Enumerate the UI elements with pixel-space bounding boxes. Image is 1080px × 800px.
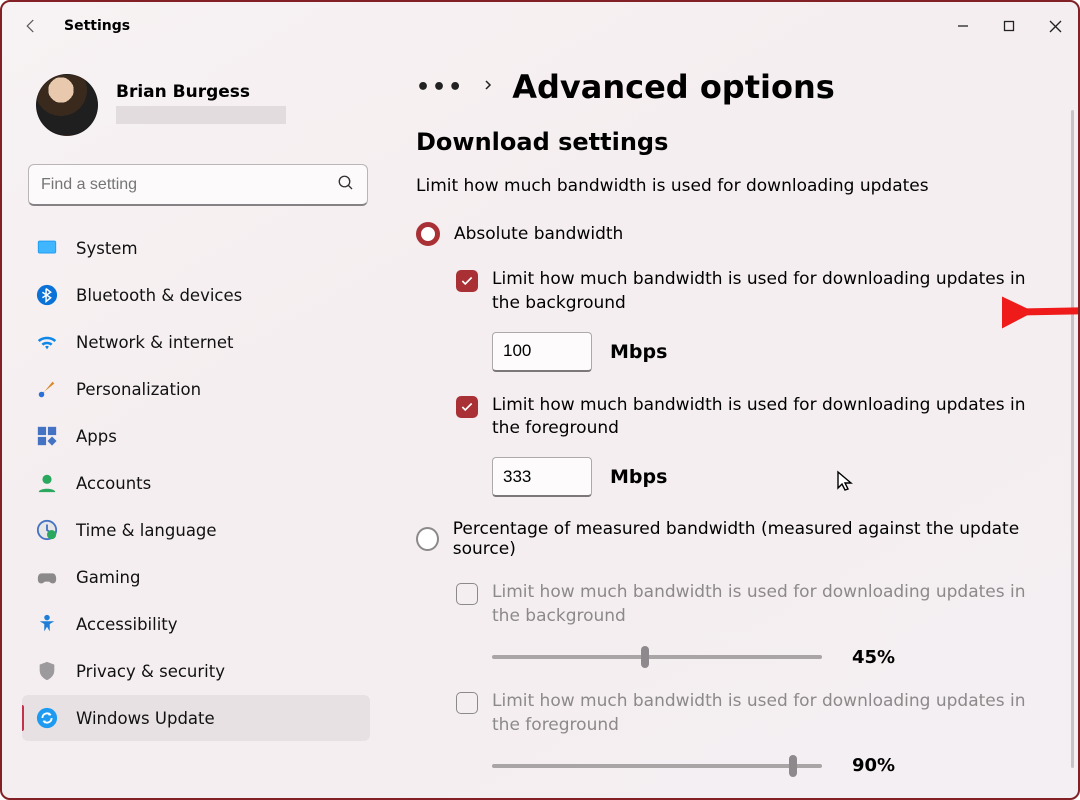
bluetooth-icon: [36, 284, 58, 306]
bg-slider: [492, 655, 822, 659]
settings-window: Settings Brian Burgess: [0, 0, 1080, 800]
sidebar-item-accessibility[interactable]: Accessibility: [22, 601, 370, 647]
main-scroll: ••• Advanced options Download settings L…: [416, 68, 1062, 798]
checkbox-checked-icon: [456, 396, 478, 418]
checkbox-label: Limit how much bandwidth is used for dow…: [492, 268, 1048, 316]
fg-pct-value: 90%: [852, 755, 895, 776]
nav-label: Time & language: [76, 521, 217, 540]
radio-off-icon: [416, 527, 439, 551]
nav-label: Gaming: [76, 568, 141, 587]
page-title: Advanced options: [512, 68, 835, 106]
sidebar-item-bluetooth[interactable]: Bluetooth & devices: [22, 272, 370, 318]
sidebar-item-accounts[interactable]: Accounts: [22, 460, 370, 506]
minimize-button[interactable]: [940, 10, 986, 42]
nav-label: Accessibility: [76, 615, 178, 634]
radio-label: Absolute bandwidth: [454, 224, 623, 244]
wifi-icon: [36, 331, 58, 353]
nav-label: Personalization: [76, 380, 201, 399]
bg-slider-row: 45%: [492, 647, 1048, 668]
titlebar: Settings: [2, 2, 1078, 50]
accessibility-icon: [36, 613, 58, 635]
sidebar-item-network[interactable]: Network & internet: [22, 319, 370, 365]
nav-label: Privacy & security: [76, 662, 225, 681]
fg-slider: [492, 764, 822, 768]
bg-pct-value: 45%: [852, 647, 895, 668]
breadcrumb-more-icon[interactable]: •••: [416, 75, 464, 100]
limit-fg-block: Limit how much bandwidth is used for dow…: [416, 394, 1048, 498]
sidebar-item-time[interactable]: Time & language: [22, 507, 370, 553]
person-icon: [36, 472, 58, 494]
bg-bandwidth-input[interactable]: [492, 332, 592, 372]
profile-email-redacted: [116, 106, 286, 124]
sidebar-item-apps[interactable]: Apps: [22, 413, 370, 459]
pct-fg-block: Limit how much bandwidth is used for dow…: [416, 690, 1048, 777]
limit-bg-block: Limit how much bandwidth is used for dow…: [416, 268, 1048, 372]
checkbox-checked-icon: [456, 270, 478, 292]
slider-thumb: [641, 646, 649, 668]
checkbox-pct-background: Limit how much bandwidth is used for dow…: [456, 581, 1048, 629]
checkbox-unchecked-icon: [456, 583, 478, 605]
profile-name: Brian Burgess: [116, 82, 286, 102]
nav: System Bluetooth & devices Network & int…: [22, 224, 384, 798]
window-controls: [940, 10, 1078, 42]
fg-value-row: Mbps: [492, 457, 1048, 497]
fg-slider-row: 90%: [492, 755, 1048, 776]
update-icon: [36, 707, 58, 729]
nav-label: Windows Update: [76, 709, 215, 728]
profile-block[interactable]: Brian Burgess: [22, 74, 384, 136]
checkbox-pct-foreground: Limit how much bandwidth is used for dow…: [456, 690, 1048, 738]
search-input[interactable]: [41, 176, 337, 194]
paintbrush-icon: [36, 378, 58, 400]
section-title: Download settings: [416, 128, 1048, 156]
sidebar-item-windows-update[interactable]: Windows Update: [22, 695, 370, 741]
gamepad-icon: [36, 566, 58, 588]
radio-percentage-bandwidth[interactable]: Percentage of measured bandwidth (measur…: [416, 519, 1048, 559]
avatar: [36, 74, 98, 136]
monitor-icon: [36, 237, 58, 259]
slider-thumb: [789, 755, 797, 777]
unit-label: Mbps: [610, 341, 667, 363]
pct-bg-block: Limit how much bandwidth is used for dow…: [416, 581, 1048, 668]
main-content: ••• Advanced options Download settings L…: [384, 50, 1078, 798]
close-button[interactable]: [1032, 10, 1078, 42]
search-box[interactable]: [28, 164, 368, 206]
bg-value-row: Mbps: [492, 332, 1048, 372]
checkbox-limit-background[interactable]: Limit how much bandwidth is used for dow…: [456, 268, 1048, 316]
radio-on-icon: [416, 222, 440, 246]
unit-label: Mbps: [610, 466, 667, 488]
radio-absolute-bandwidth[interactable]: Absolute bandwidth: [416, 222, 1048, 246]
fg-bandwidth-input[interactable]: [492, 457, 592, 497]
sidebar-item-gaming[interactable]: Gaming: [22, 554, 370, 600]
nav-label: Apps: [76, 427, 117, 446]
checkbox-label: Limit how much bandwidth is used for dow…: [492, 394, 1048, 442]
checkbox-label: Limit how much bandwidth is used for dow…: [492, 690, 1048, 738]
checkbox-label: Limit how much bandwidth is used for dow…: [492, 581, 1048, 629]
nav-label: Network & internet: [76, 333, 233, 352]
sidebar-item-system[interactable]: System: [22, 225, 370, 271]
titlebar-left: Settings: [22, 17, 130, 35]
nav-label: Accounts: [76, 474, 151, 493]
chevron-right-icon: [482, 77, 494, 97]
apps-icon: [36, 425, 58, 447]
nav-label: Bluetooth & devices: [76, 286, 242, 305]
search-icon[interactable]: [337, 174, 355, 196]
section-subtitle: Limit how much bandwidth is used for dow…: [416, 176, 1048, 196]
shield-icon: [36, 660, 58, 682]
nav-label: System: [76, 239, 138, 258]
clock-globe-icon: [36, 519, 58, 541]
sidebar-item-personalization[interactable]: Personalization: [22, 366, 370, 412]
checkbox-limit-foreground[interactable]: Limit how much bandwidth is used for dow…: [456, 394, 1048, 442]
breadcrumb: ••• Advanced options: [416, 68, 1048, 106]
sidebar-item-privacy[interactable]: Privacy & security: [22, 648, 370, 694]
scrollbar[interactable]: [1071, 110, 1074, 768]
sidebar: Brian Burgess System Bluetooth & devices: [2, 50, 384, 798]
app-body: Brian Burgess System Bluetooth & devices: [2, 50, 1078, 798]
app-title: Settings: [64, 18, 130, 34]
radio-label: Percentage of measured bandwidth (measur…: [453, 519, 1048, 559]
maximize-button[interactable]: [986, 10, 1032, 42]
checkbox-unchecked-icon: [456, 692, 478, 714]
back-button[interactable]: [22, 17, 40, 35]
